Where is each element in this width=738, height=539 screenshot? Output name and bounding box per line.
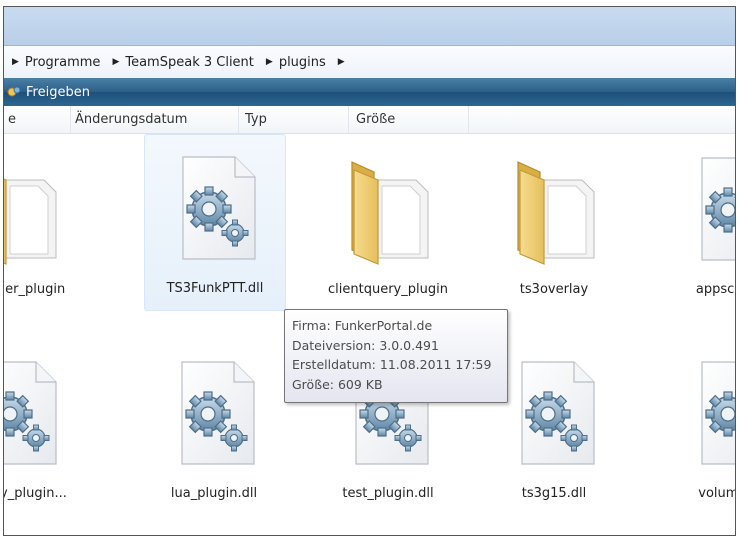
list-item[interactable]: appscanner (664, 136, 736, 311)
list-item[interactable]: volumecon (664, 340, 736, 515)
breadcrumb-label: plugins (278, 54, 326, 70)
dll-file-icon (165, 153, 265, 265)
share-icon (7, 86, 21, 97)
breadcrumb-end[interactable]: ▶ (330, 57, 355, 67)
column-size[interactable]: Größe (352, 106, 469, 133)
folder-icon (338, 154, 438, 266)
column-date-modified[interactable]: Änderungsdatum (71, 106, 239, 133)
item-label: scanner_plugin (4, 282, 66, 297)
chevron-right-icon[interactable]: ▶ (112, 57, 119, 67)
file-info-tooltip: Firma: FunkerPortal.de Dateiversion: 3.0… (284, 309, 508, 403)
list-item[interactable]: ts3overlay (484, 136, 624, 311)
item-label: ts3g15.dll (521, 486, 587, 501)
address-bar[interactable]: ▶ Programme ▶ TeamSpeak 3 Client ▶ plugi… (4, 45, 735, 79)
list-item-selected[interactable]: TS3FunkPTT.dll (144, 134, 286, 311)
tooltip-company: Firma: FunkerPortal.de (292, 318, 433, 333)
breadcrumb-teamspeak[interactable]: ▶ TeamSpeak 3 Client (104, 55, 257, 70)
item-label: appscanner (695, 282, 735, 297)
dll-file-icon (684, 154, 736, 266)
item-label: TS3FunkPTT.dll (166, 281, 264, 296)
dll-file-icon (504, 358, 604, 470)
list-item[interactable]: lua_plugin.dll (144, 340, 284, 515)
column-type[interactable]: Typ (241, 106, 349, 133)
list-item[interactable]: clientquery_plugin (318, 136, 458, 311)
dll-file-icon (3, 358, 66, 470)
explorer-window: ▶ Programme ▶ TeamSpeak 3 Client ▶ plugi… (3, 6, 736, 536)
breadcrumb-plugins[interactable]: ▶ plugins (258, 55, 330, 70)
column-header: e Änderungsdatum Typ Größe (4, 106, 735, 134)
command-toolbar: Freigeben (4, 78, 735, 106)
tooltip-file-version: Dateiversion: 3.0.0.491 (292, 337, 439, 353)
breadcrumb-label: Programme (24, 54, 101, 70)
column-name[interactable]: e (4, 106, 71, 133)
dll-file-icon (684, 358, 736, 470)
share-label: Freigeben (26, 84, 90, 100)
share-button[interactable]: Freigeben (4, 84, 94, 100)
item-label: clientquery_plugin (328, 282, 448, 297)
tooltip-size: Größe: 609 KB (292, 376, 383, 392)
breadcrumb-programme[interactable]: ▶ Programme (4, 55, 104, 70)
list-item[interactable]: scanner_plugin (3, 136, 86, 311)
item-label: test_plugin.dll (342, 486, 434, 501)
tooltip-created-date: Erstelldatum: 11.08.2011 17:59 (292, 357, 492, 372)
item-label: volumecon (698, 486, 735, 501)
chevron-right-icon[interactable]: ▶ (338, 57, 345, 67)
breadcrumb-label: TeamSpeak 3 Client (125, 54, 254, 70)
list-item[interactable]: tquery_plugin... (3, 340, 86, 515)
folder-icon (3, 154, 66, 266)
title-bar (4, 7, 735, 45)
dll-file-icon (164, 358, 264, 470)
folder-icon (504, 154, 604, 266)
item-label: lua_plugin.dll (170, 486, 258, 501)
chevron-right-icon[interactable]: ▶ (12, 57, 19, 67)
item-label: tquery_plugin... (4, 486, 67, 501)
item-label: ts3overlay (519, 282, 589, 297)
chevron-right-icon[interactable]: ▶ (266, 57, 273, 67)
